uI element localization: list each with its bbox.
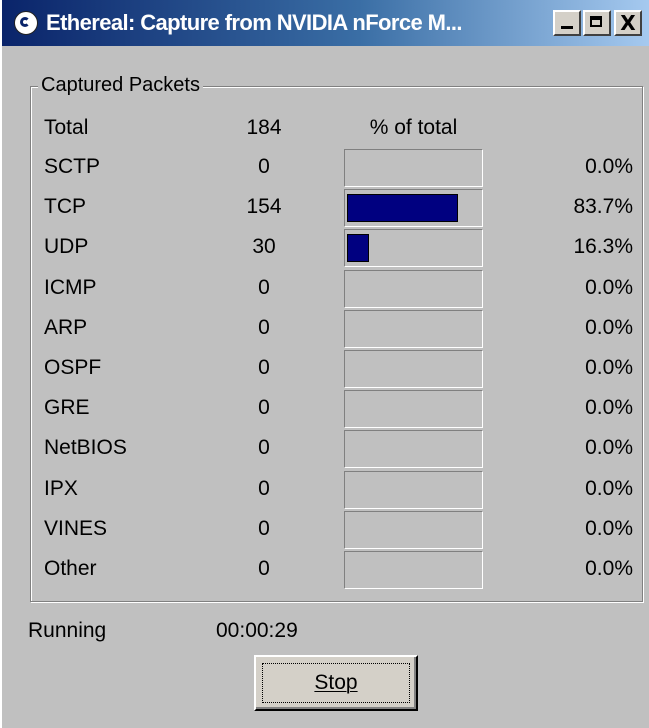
progress-fill bbox=[347, 234, 369, 262]
protocol-name: Other bbox=[44, 557, 97, 580]
protocol-progress-bar bbox=[344, 149, 483, 187]
protocol-count: 0 bbox=[258, 316, 270, 339]
protocol-row-other: Other 0 0.0% bbox=[2, 551, 649, 591]
protocol-count: 0 bbox=[258, 477, 270, 500]
title-bar[interactable]: Ethereal: Capture from NVIDIA nForce M..… bbox=[2, 0, 649, 46]
protocol-count: 0 bbox=[258, 517, 270, 540]
protocol-count: 0 bbox=[258, 436, 270, 459]
captured-packets-label: Captured Packets bbox=[38, 74, 203, 97]
protocol-percent: 16.3% bbox=[573, 235, 633, 258]
percent-of-total-header: % of total bbox=[369, 116, 458, 139]
protocol-percent: 0.0% bbox=[585, 396, 633, 419]
protocol-progress-bar bbox=[344, 390, 483, 428]
protocol-row-tcp: TCP 154 83.7% bbox=[2, 189, 649, 229]
protocol-progress-bar bbox=[344, 511, 483, 549]
protocol-progress-bar bbox=[344, 270, 483, 308]
minimize-button[interactable] bbox=[553, 10, 581, 36]
protocol-name: VINES bbox=[44, 517, 108, 540]
protocol-row-gre: GRE 0 0.0% bbox=[2, 390, 649, 430]
protocol-percent: 0.0% bbox=[585, 557, 633, 580]
protocol-count: 0 bbox=[258, 155, 270, 178]
protocol-progress-bar bbox=[344, 229, 483, 267]
total-row: Total 184 % of total bbox=[2, 110, 649, 150]
protocol-row-netbios: NetBIOS 0 0.0% bbox=[2, 430, 649, 470]
protocol-progress-bar bbox=[344, 350, 483, 388]
protocol-progress-bar bbox=[344, 430, 483, 468]
capture-window: Ethereal: Capture from NVIDIA nForce M..… bbox=[0, 0, 649, 728]
protocol-progress-bar bbox=[344, 471, 483, 509]
protocol-name: TCP bbox=[44, 195, 86, 218]
protocol-percent: 0.0% bbox=[585, 276, 633, 299]
protocol-percent: 0.0% bbox=[585, 356, 633, 379]
stop-button-label: Stop bbox=[314, 671, 358, 694]
elapsed-time: 00:00:29 bbox=[216, 619, 298, 642]
progress-fill bbox=[347, 194, 458, 222]
ethereal-app-icon[interactable] bbox=[14, 11, 38, 35]
protocol-percent: 0.0% bbox=[585, 477, 633, 500]
protocol-row-ospf: OSPF 0 0.0% bbox=[2, 350, 649, 390]
protocol-name: OSPF bbox=[44, 356, 102, 379]
protocol-percent: 0.0% bbox=[585, 316, 633, 339]
protocol-name: UDP bbox=[44, 235, 89, 258]
window-title: Ethereal: Capture from NVIDIA nForce M..… bbox=[46, 10, 462, 35]
maximize-button[interactable] bbox=[583, 10, 611, 36]
protocol-count: 0 bbox=[258, 557, 270, 580]
protocol-percent: 0.0% bbox=[585, 517, 633, 540]
protocol-progress-bar bbox=[344, 189, 483, 227]
total-count: 184 bbox=[246, 116, 282, 139]
protocol-count: 0 bbox=[258, 276, 270, 299]
protocol-name: IPX bbox=[44, 477, 78, 500]
protocol-percent: 0.0% bbox=[585, 436, 633, 459]
protocol-name: ICMP bbox=[44, 276, 97, 299]
protocol-name: NetBIOS bbox=[44, 436, 127, 459]
protocol-count: 30 bbox=[252, 235, 276, 258]
protocol-count: 0 bbox=[258, 356, 270, 379]
protocol-count: 154 bbox=[246, 195, 282, 218]
protocol-row-sctp: SCTP 0 0.0% bbox=[2, 149, 649, 189]
status-text: Running bbox=[28, 619, 107, 642]
protocol-count: 0 bbox=[258, 396, 270, 419]
protocol-row-udp: UDP 30 16.3% bbox=[2, 229, 649, 269]
protocol-row-icmp: ICMP 0 0.0% bbox=[2, 270, 649, 310]
protocol-row-vines: VINES 0 0.0% bbox=[2, 511, 649, 551]
total-label: Total bbox=[44, 116, 89, 139]
close-button[interactable]: X bbox=[614, 10, 642, 36]
stop-button[interactable]: Stop bbox=[254, 655, 418, 711]
protocol-name: GRE bbox=[44, 396, 90, 419]
protocol-progress-bar bbox=[344, 551, 483, 589]
protocol-name: ARP bbox=[44, 316, 88, 339]
protocol-percent: 0.0% bbox=[585, 155, 633, 178]
protocol-name: SCTP bbox=[44, 155, 101, 178]
protocol-progress-bar bbox=[344, 310, 483, 348]
protocol-percent: 83.7% bbox=[573, 195, 633, 218]
protocol-row-arp: ARP 0 0.0% bbox=[2, 310, 649, 350]
protocol-row-ipx: IPX 0 0.0% bbox=[2, 471, 649, 511]
